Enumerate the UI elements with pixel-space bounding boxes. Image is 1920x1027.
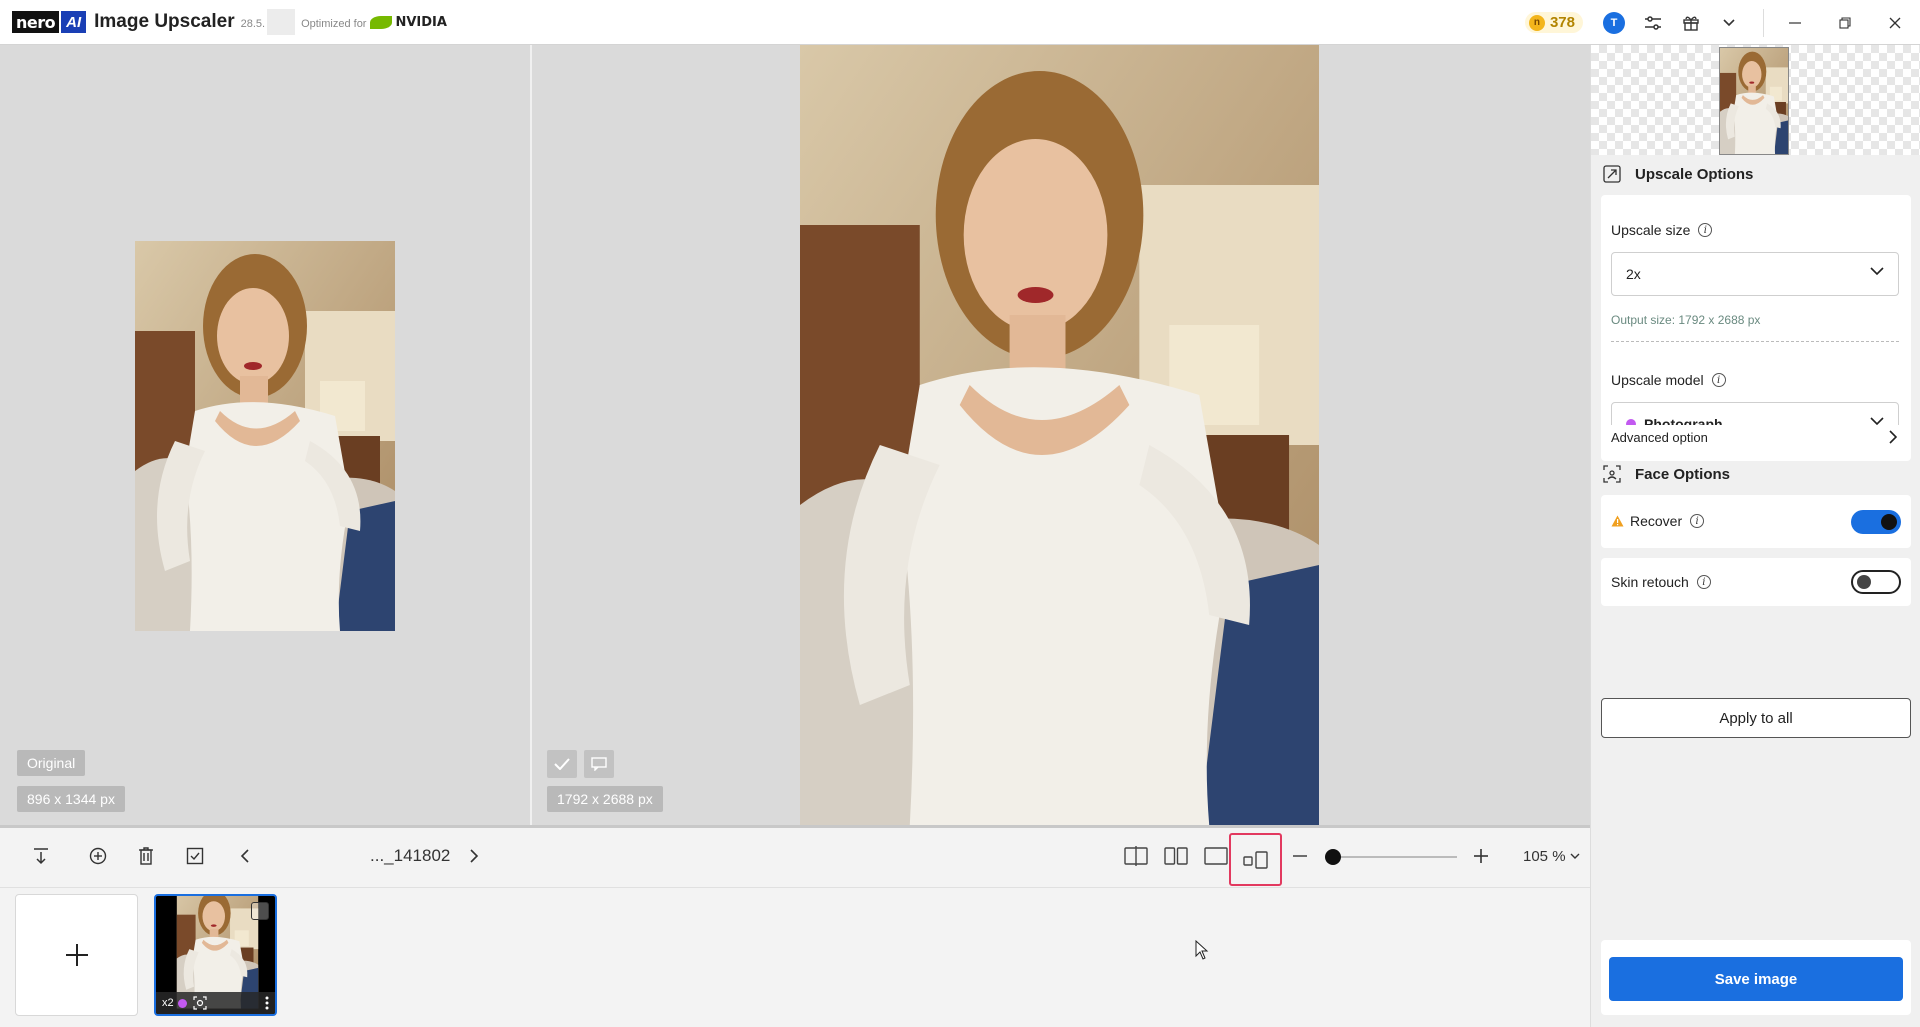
upscale-options-card: Upscale size i 2x Output size: 1792 x 26… <box>1601 195 1911 455</box>
zoom-chevron-icon <box>1570 853 1580 859</box>
result-size: 1792 x 2688 px <box>547 786 663 812</box>
settings-sliders-icon[interactable] <box>1643 13 1663 33</box>
info-icon[interactable]: i <box>1690 514 1705 528</box>
zoom-slider-track[interactable] <box>1335 856 1457 858</box>
nero-logo: nero <box>12 11 60 33</box>
thumbnail-checkbox[interactable] <box>251 902 269 920</box>
skin-retouch-label: Skin retouch i <box>1611 574 1711 590</box>
feedback-icon[interactable] <box>584 750 614 778</box>
skin-retouch-text: Skin retouch <box>1611 574 1689 590</box>
face-scan-icon <box>193 996 207 1010</box>
recover-toggle[interactable] <box>1851 510 1901 534</box>
nvidia-logo: NVIDIA <box>370 14 447 30</box>
side-by-side-icon[interactable] <box>1158 838 1194 874</box>
titlebar-divider <box>1763 8 1764 37</box>
size-compare-view-icon[interactable] <box>1229 833 1282 886</box>
credits-badge[interactable]: n 378 <box>1524 12 1583 33</box>
upscaled-pane: 1792 x 2688 px <box>532 45 1590 825</box>
settings-panel: Upscale Options Upscale size i 2x Output… <box>1590 45 1920 1027</box>
compare-view: Original 896 x 1344 px 1792 x 2688 px <box>0 45 1590 828</box>
preview-image <box>1719 47 1789 155</box>
upscale-size-select[interactable]: 2x <box>1611 252 1899 296</box>
advanced-option-label: Advanced option <box>1611 430 1708 445</box>
zoom-dropdown[interactable]: 105 % <box>1523 848 1580 865</box>
nvidia-text: NVIDIA <box>395 14 447 30</box>
face-scan-icon <box>1603 465 1621 483</box>
model-dot-icon <box>177 998 187 1008</box>
next-icon[interactable] <box>460 842 488 870</box>
scale-badge: x2 <box>162 997 174 1009</box>
thumbnail-info-bar: x2 <box>156 992 275 1014</box>
info-icon[interactable]: i <box>1698 223 1713 237</box>
coin-icon: n <box>1528 14 1545 31</box>
plus-icon <box>65 944 88 966</box>
optimized-for-label: Optimized for <box>301 17 367 30</box>
original-size: 896 x 1344 px <box>17 786 125 812</box>
info-icon[interactable]: i <box>1696 575 1711 589</box>
upscale-size-text: Upscale size <box>1611 222 1691 238</box>
zoom-slider-handle[interactable] <box>1325 849 1341 865</box>
more-options-icon[interactable] <box>265 996 269 1010</box>
image-thumbnail[interactable]: x2 <box>154 894 277 1016</box>
current-filename: ..._141802 <box>370 846 451 865</box>
zoom-out-icon[interactable] <box>1286 842 1314 870</box>
chevron-down-icon <box>1870 267 1884 276</box>
title-bar: nero AI Image Upscaler 28.5. Optimized f… <box>0 0 1920 45</box>
credit-count: 378 <box>1549 14 1575 31</box>
upscale-model-text: Upscale model <box>1611 372 1704 388</box>
upscale-options-title: Upscale Options <box>1635 165 1754 183</box>
upscaled-image <box>800 45 1319 825</box>
advanced-option-row[interactable]: Advanced option <box>1601 425 1911 461</box>
split-view-icon[interactable] <box>1118 838 1154 874</box>
upscale-icon <box>1603 165 1621 183</box>
recover-text: Recover <box>1630 513 1683 529</box>
version-box <box>267 9 296 35</box>
skin-retouch-toggle[interactable] <box>1851 570 1901 594</box>
user-avatar[interactable]: T <box>1603 11 1625 34</box>
skin-retouch-row: Skin retouch i <box>1601 558 1911 606</box>
warning-icon <box>1611 515 1624 527</box>
trash-icon[interactable] <box>132 842 160 870</box>
face-options-title: Face Options <box>1635 465 1731 483</box>
zoom-in-icon[interactable] <box>1467 842 1495 870</box>
minimize-button[interactable] <box>1770 0 1820 45</box>
mouse-cursor-icon <box>1195 940 1209 960</box>
bottom-toolbar: ..._141802 105 % <box>0 828 1590 888</box>
chevron-down-icon[interactable] <box>1719 13 1739 33</box>
import-icon[interactable] <box>27 842 55 870</box>
ai-logo: AI <box>61 11 87 33</box>
zoom-value: 105 % <box>1523 848 1566 865</box>
app-title: Image Upscaler <box>94 11 235 32</box>
app-version: 28.5. <box>240 18 266 30</box>
add-circle-icon[interactable] <box>84 842 112 870</box>
previous-icon[interactable] <box>231 842 259 870</box>
preview-area <box>1591 45 1920 155</box>
close-button[interactable] <box>1870 0 1920 45</box>
recover-label: Recover i <box>1611 513 1705 529</box>
face-options-header: Face Options <box>1603 465 1730 483</box>
accept-check-button[interactable] <box>547 750 577 778</box>
save-area: Save image <box>1601 940 1911 1015</box>
restore-button[interactable] <box>1820 0 1870 45</box>
section-divider <box>1611 341 1899 342</box>
gift-icon[interactable] <box>1681 13 1701 33</box>
select-all-icon[interactable] <box>181 842 209 870</box>
apply-to-all-button[interactable]: Apply to all <box>1601 698 1911 738</box>
thumbnail-strip: x2 <box>0 888 1590 1027</box>
save-image-button[interactable]: Save image <box>1609 957 1903 1001</box>
upscale-options-header: Upscale Options <box>1603 165 1753 183</box>
original-image <box>135 241 395 631</box>
original-pane: Original 896 x 1344 px <box>0 45 530 825</box>
info-icon[interactable]: i <box>1711 373 1726 387</box>
upscale-size-value: 2x <box>1626 266 1641 282</box>
output-size-text: Output size: 1792 x 2688 px <box>1611 313 1761 327</box>
add-image-button[interactable] <box>15 894 138 1016</box>
recover-row: Recover i <box>1601 495 1911 548</box>
nvidia-eye-icon <box>370 15 393 29</box>
upscale-model-label: Upscale model i <box>1611 372 1726 388</box>
upscale-size-label: Upscale size i <box>1611 222 1713 238</box>
chevron-right-icon <box>1889 430 1897 444</box>
original-label: Original <box>17 750 86 776</box>
